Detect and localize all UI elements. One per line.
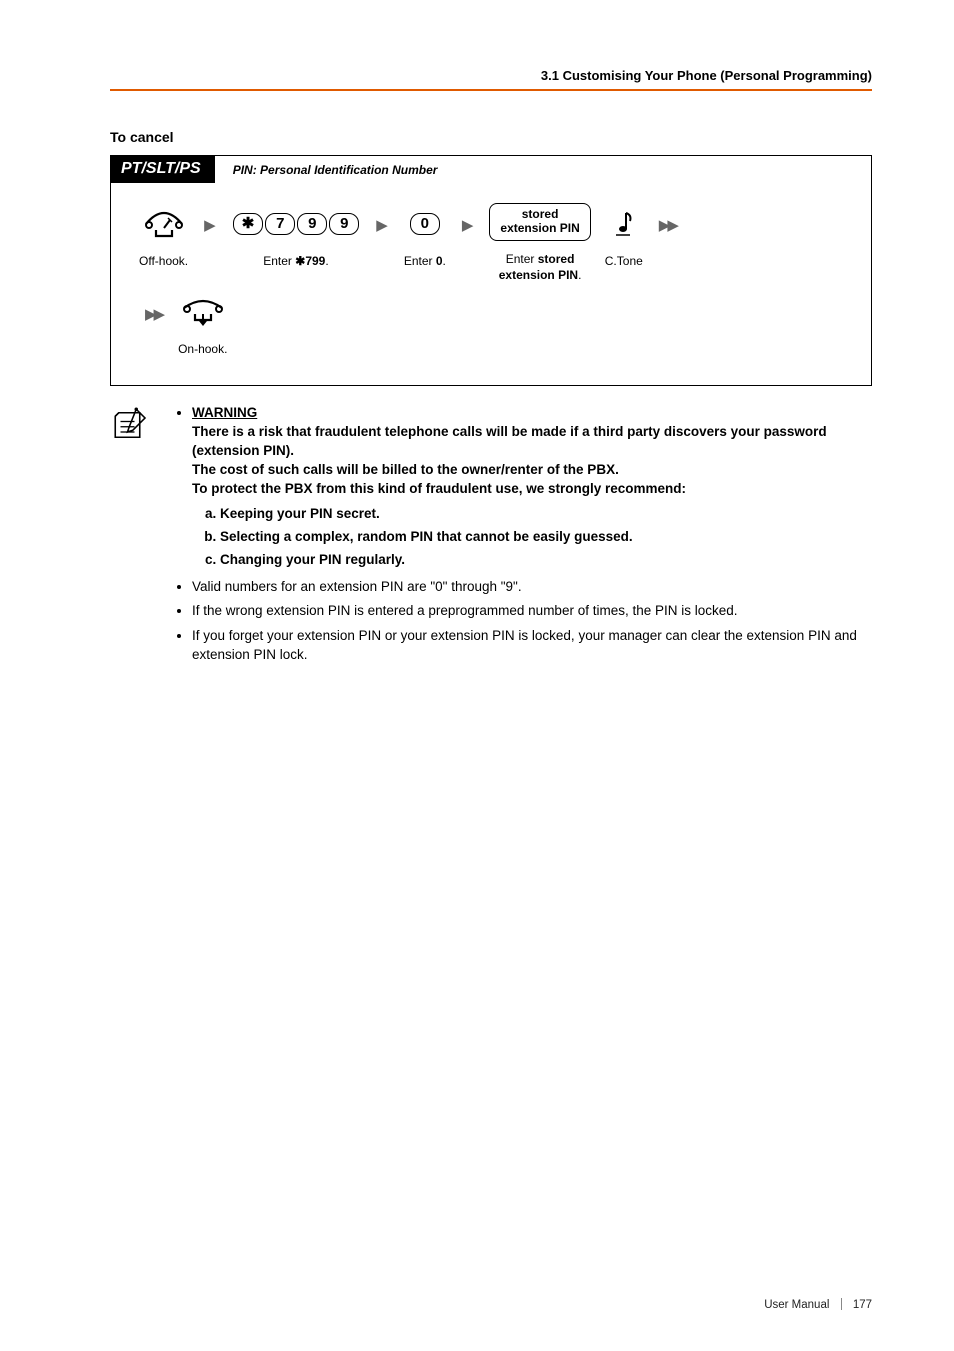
- notes-section: WARNING There is a risk that fraudulent …: [110, 404, 872, 671]
- warning-text-1: There is a risk that fraudulent telephon…: [192, 424, 827, 458]
- off-hook-label: Off-hook.: [139, 253, 188, 281]
- text: extension PIN: [500, 221, 579, 235]
- rec-item-c: Changing your PIN regularly.: [220, 551, 872, 570]
- stored-pin-box: stored extension PIN: [489, 201, 590, 243]
- notes-body: WARNING There is a risk that fraudulent …: [170, 404, 872, 671]
- double-arrow-icon: ▶▶: [659, 216, 676, 234]
- text: stored: [522, 207, 559, 221]
- key-9: 9: [329, 213, 359, 235]
- warning-title: WARNING: [192, 405, 257, 420]
- text: stored: [538, 252, 575, 266]
- rec-item-a: Keeping your PIN secret.: [220, 505, 872, 524]
- text: Enter: [404, 254, 436, 268]
- arrow-icon: ▶: [204, 216, 216, 234]
- enter-pin-label: Enter stored extension PIN.: [499, 251, 582, 283]
- page-footer: User Manual 177: [764, 1298, 872, 1311]
- off-hook-icon: [142, 203, 186, 245]
- key-star: ✱: [233, 213, 264, 235]
- step-off-hook: Off-hook.: [139, 203, 188, 281]
- procedure-title: To cancel: [110, 129, 872, 145]
- rec-item-b: Selecting a complex, random PIN that can…: [220, 528, 872, 547]
- step-on-hook: On-hook.: [178, 291, 227, 369]
- note-valid-numbers: Valid numbers for an extension PIN are "…: [192, 578, 872, 597]
- dial-799-label: Enter ✱799.: [263, 253, 328, 281]
- flow-header: PT/SLT/PS PIN: Personal Identification N…: [111, 156, 871, 183]
- footer-divider: [841, 1298, 842, 1310]
- footer-label: User Manual: [764, 1299, 829, 1311]
- step-dial-799: ✱ 7 9 9 Enter ✱799.: [232, 203, 361, 281]
- key-9: 9: [297, 213, 327, 235]
- note-pin-forget: If you forget your extension PIN or your…: [192, 627, 872, 665]
- tone-icon: [612, 203, 636, 245]
- text: 799: [305, 254, 325, 268]
- on-hook-icon: [180, 291, 226, 333]
- step-enter-pin: stored extension PIN Enter stored extens…: [489, 201, 590, 283]
- arrow-icon: ▶: [462, 216, 474, 234]
- arrow-icon: ▶: [376, 216, 388, 234]
- step-dial-0: 0 Enter 0.: [404, 203, 446, 281]
- warning-item: WARNING There is a risk that fraudulent …: [192, 404, 872, 569]
- page-number: 177: [853, 1299, 872, 1311]
- step-confirmation-tone: C.Tone: [605, 203, 643, 281]
- dial-0-label: Enter 0.: [404, 253, 446, 281]
- note-pin-locked: If the wrong extension PIN is entered a …: [192, 602, 872, 621]
- notes-icon: [110, 404, 152, 671]
- text: Enter: [506, 252, 538, 266]
- device-type-tab: PT/SLT/PS: [111, 156, 215, 183]
- pin-caption: PIN: Personal Identification Number: [233, 163, 438, 177]
- flow-row-1: Off-hook. ▶ ✱ 7 9 9 Enter ✱799. ▶ 0 Ente…: [111, 183, 871, 283]
- key-0: 0: [410, 213, 440, 235]
- text: Enter: [263, 254, 295, 268]
- tone-label: C.Tone: [605, 253, 643, 281]
- section-header: 3.1 Customising Your Phone (Personal Pro…: [110, 68, 872, 91]
- warning-text-2: The cost of such calls will be billed to…: [192, 462, 619, 477]
- on-hook-label: On-hook.: [178, 341, 227, 369]
- text: 0: [436, 254, 443, 268]
- warning-text-3: To protect the PBX from this kind of fra…: [192, 481, 686, 496]
- double-arrow-icon: ▶▶: [145, 305, 162, 323]
- key-sequence-0: 0: [409, 203, 441, 245]
- key-sequence-799: ✱ 7 9 9: [232, 203, 361, 245]
- key-7: 7: [265, 213, 295, 235]
- flow-row-2: ▶▶ On-hook.: [111, 283, 871, 369]
- text: extension PIN: [499, 268, 578, 282]
- procedure-flow-box: PT/SLT/PS PIN: Personal Identification N…: [110, 155, 872, 386]
